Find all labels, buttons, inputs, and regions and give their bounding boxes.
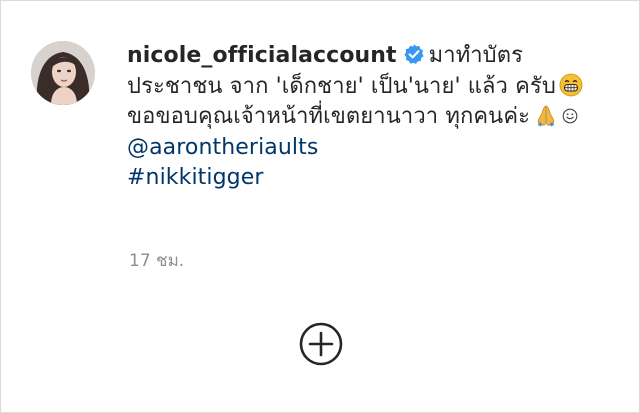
username-link[interactable]: nicole_officialaccount <box>127 43 397 68</box>
verified-badge-icon <box>404 44 424 64</box>
smiling-face-emoji <box>562 108 578 124</box>
plus-circle-icon[interactable] <box>298 321 344 367</box>
folded-hands-emoji <box>537 105 555 127</box>
profile-avatar[interactable] <box>31 41 95 105</box>
grinning-face-emoji <box>559 73 583 96</box>
mention-link[interactable]: @aarontheriaults <box>127 135 318 160</box>
caption-text-3a: ครับ <box>515 73 556 99</box>
post-timestamp[interactable]: 17 ชม. <box>129 247 184 274</box>
caption-text-3b: ขอขอบคุณเจ้าหน้าที่เขตยานาวา <box>127 104 439 129</box>
caption-text-2: ประชาชน จาก 'เด็กชาย' เป็น'นาย' แล้ว <box>127 73 509 99</box>
caption-text-4: ทุกคนค่ะ <box>445 104 531 129</box>
post-caption-panel: nicole_officialaccount มาทำบัตร ประชาชน … <box>0 0 640 413</box>
caption-text-1: มาทำบัตร <box>428 43 524 68</box>
avatar-image <box>31 41 95 105</box>
post-caption: nicole_officialaccount มาทำบัตร ประชาชน … <box>127 41 597 194</box>
hashtag-link[interactable]: #nikkitigger <box>127 165 264 190</box>
